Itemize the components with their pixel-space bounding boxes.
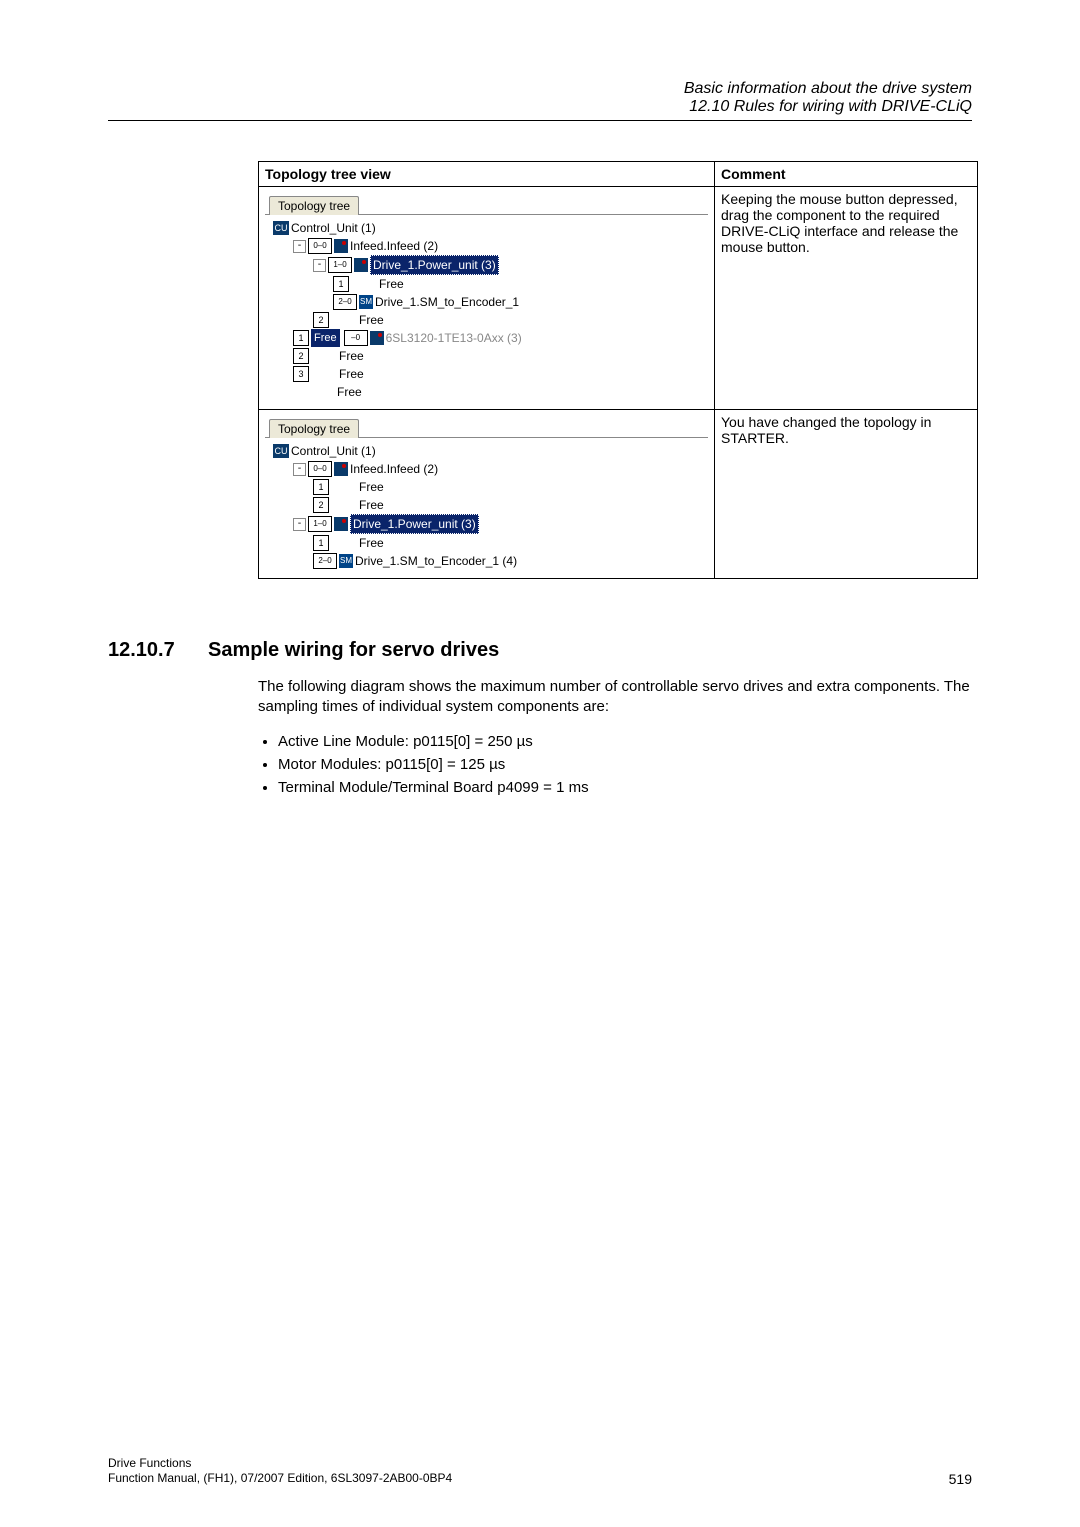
list-item: Active Line Module: p0115[0] = 250 µs <box>278 733 972 750</box>
comment-cell: You have changed the topology in STARTER… <box>715 410 978 579</box>
col-header-tree: Topology tree view <box>259 162 715 187</box>
port-icon: 2 <box>313 497 329 513</box>
tree-label: Free <box>359 478 384 496</box>
tree-label: Drive_1.Power_unit (3) <box>370 255 499 275</box>
tree-cell: Topology tree CU Control_Unit (1) - 0–0 … <box>259 187 715 410</box>
port-link-icon: 1–0 <box>328 257 352 273</box>
collapse-icon[interactable]: - <box>293 463 306 476</box>
comment-cell: Keeping the mouse button depressed, drag… <box>715 187 978 410</box>
port-icon: 1 <box>333 276 349 292</box>
topology-table: Topology tree view Comment Topology tree… <box>258 161 978 579</box>
tree-label: Free <box>359 496 384 514</box>
tree-node-free[interactable]: 2 Free <box>273 496 704 514</box>
port-icon: 1 <box>313 479 329 495</box>
tree-node-infeed[interactable]: - 0–0 Infeed.Infeed (2) <box>273 460 704 478</box>
collapse-icon[interactable]: - <box>293 518 306 531</box>
tree-cell: Topology tree CU Control_Unit (1) - 0–0 … <box>259 410 715 579</box>
tree-label: Free <box>339 347 364 365</box>
tree-node-power-unit[interactable]: - 1–0 Drive_1.Power_unit (3) <box>273 255 704 275</box>
bullet-list: Active Line Module: p0115[0] = 250 µs Mo… <box>258 733 972 796</box>
tree-node-drag-target[interactable]: 1 Free –0 6SL3120-1TE13-0Axx (3) <box>273 329 704 347</box>
tree-node-encoder[interactable]: 2–0 SM Drive_1.SM_to_Encoder_1 <box>273 293 704 311</box>
tree-label: Drive_1.SM_to_Encoder_1 <box>375 293 519 311</box>
footer-title: Drive Functions <box>108 1456 452 1472</box>
section-heading: 12.10.7 Sample wiring for servo drives <box>108 639 972 662</box>
tree-label: Drive_1.Power_unit (3) <box>350 514 479 534</box>
tree-label: Control_Unit (1) <box>291 219 376 237</box>
col-header-comment: Comment <box>715 162 978 187</box>
list-item: Motor Modules: p0115[0] = 125 µs <box>278 756 972 773</box>
port-icon: 3 <box>293 366 309 382</box>
section-title: Sample wiring for servo drives <box>208 639 499 662</box>
tree-label: Control_Unit (1) <box>291 442 376 460</box>
comment-text: Keeping the mouse button depressed, drag… <box>721 191 958 255</box>
port-icon: 1 <box>313 535 329 551</box>
comment-text: You have changed the topology in STARTER… <box>721 414 931 446</box>
tree-node-free[interactable]: Free <box>273 383 704 401</box>
collapse-icon[interactable]: - <box>293 240 306 253</box>
table-row: Topology tree CU Control_Unit (1) - 0–0 … <box>259 410 978 579</box>
port-link-icon: 2–0 <box>313 553 337 569</box>
tree-node-free[interactable]: 2 Free <box>273 347 704 365</box>
port-icon: 2 <box>313 312 329 328</box>
header-rule <box>108 120 972 121</box>
tree-node-power-unit[interactable]: - 1–0 Drive_1.Power_unit (3) <box>273 514 704 534</box>
control-unit-icon: CU <box>273 444 289 458</box>
module-icon <box>334 239 348 253</box>
page-number: 519 <box>949 1471 972 1487</box>
topology-tree[interactable]: CU Control_Unit (1) - 0–0 Infeed.Infeed … <box>265 214 708 405</box>
topology-tree[interactable]: CU Control_Unit (1) - 0–0 Infeed.Infeed … <box>265 437 708 574</box>
tree-node-free[interactable]: 1 Free <box>273 534 704 552</box>
module-icon <box>354 258 368 272</box>
tree-label: Free <box>337 383 362 401</box>
tree-node-free[interactable]: 2 Free <box>273 311 704 329</box>
table-row: Topology tree CU Control_Unit (1) - 0–0 … <box>259 187 978 410</box>
tree-node-control-unit[interactable]: CU Control_Unit (1) <box>273 442 704 460</box>
header-subtitle: 12.10 Rules for wiring with DRIVE-CLiQ <box>108 98 972 116</box>
port-link-icon: 2–0 <box>333 294 357 310</box>
port-icon: 2 <box>293 348 309 364</box>
tree-node-infeed[interactable]: - 0–0 Infeed.Infeed (2) <box>273 237 704 255</box>
tree-label: Free <box>379 275 404 293</box>
section-number: 12.10.7 <box>108 639 208 662</box>
tree-label: Free <box>339 365 364 383</box>
tree-label: 6SL3120-1TE13-0Axx (3) <box>386 329 522 347</box>
tree-node-control-unit[interactable]: CU Control_Unit (1) <box>273 219 704 237</box>
module-icon <box>370 331 384 345</box>
section-intro: The following diagram shows the maximum … <box>258 677 972 718</box>
list-item: Terminal Module/Terminal Board p4099 = 1… <box>278 779 972 796</box>
port-icon: 1 <box>293 330 309 346</box>
module-icon <box>334 517 348 531</box>
tree-node-free[interactable]: 1 Free <box>273 478 704 496</box>
collapse-icon[interactable]: - <box>313 259 326 272</box>
topology-tree-tab[interactable]: Topology tree <box>269 196 359 215</box>
port-link-icon: 0–0 <box>308 461 332 477</box>
control-unit-icon: CU <box>273 221 289 235</box>
page-footer: Drive Functions Function Manual, (FH1), … <box>108 1456 972 1487</box>
page-header: Basic information about the drive system… <box>108 80 972 116</box>
footer-meta: Function Manual, (FH1), 07/2007 Edition,… <box>108 1471 452 1487</box>
tree-label: Drive_1.SM_to_Encoder_1 (4) <box>355 552 517 570</box>
free-badge: Free <box>311 329 340 347</box>
port-link-icon: –0 <box>344 330 368 346</box>
tree-label: Infeed.Infeed (2) <box>350 237 438 255</box>
tree-node-encoder[interactable]: 2–0 SM Drive_1.SM_to_Encoder_1 (4) <box>273 552 704 570</box>
port-link-icon: 1–0 <box>308 516 332 532</box>
header-title: Basic information about the drive system <box>108 80 972 98</box>
tree-node-free[interactable]: 1 Free <box>273 275 704 293</box>
topology-tree-tab[interactable]: Topology tree <box>269 419 359 438</box>
sensor-module-icon: SM <box>339 554 353 568</box>
tree-label: Free <box>359 534 384 552</box>
port-link-icon: 0–0 <box>308 238 332 254</box>
tree-label: Free <box>359 311 384 329</box>
sensor-module-icon: SM <box>359 295 373 309</box>
tree-label: Infeed.Infeed (2) <box>350 460 438 478</box>
tree-node-free[interactable]: 3 Free <box>273 365 704 383</box>
module-icon <box>334 462 348 476</box>
